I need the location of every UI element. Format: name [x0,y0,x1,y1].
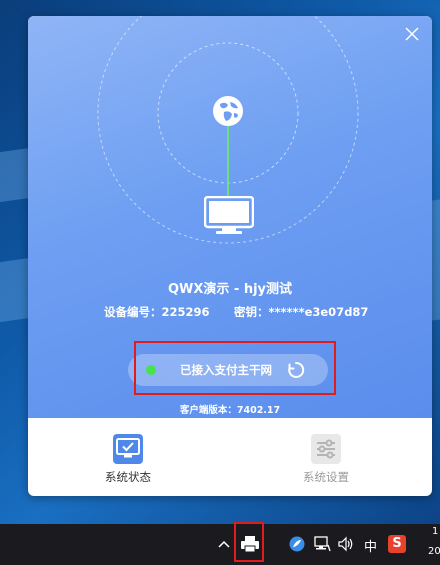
key-label: 密钥： [234,305,269,319]
network-icon[interactable] [313,536,331,552]
clock-date: 20 [428,546,440,557]
version-value: 7402.17 [236,405,281,416]
tab-system-status[interactable]: 系统状态 [63,434,193,494]
feather-app-icon[interactable] [289,536,305,552]
tab-label: 系统设置 [303,470,349,484]
tab-system-settings[interactable]: 系统设置 [261,434,391,494]
monitor-check-icon [113,434,143,464]
key-value: ******e3e07d87 [268,305,369,319]
desktop-light-streak [432,199,440,321]
client-version: 客户端版本：7402.17 [28,402,432,416]
sogou-ime-icon[interactable]: S [388,535,406,553]
project-title: QWX演示 - hjy测试 [167,282,293,297]
volume-icon[interactable] [337,536,355,552]
device-number: 设备编号：225296 [104,304,210,320]
chevron-up-icon[interactable] [218,539,230,549]
tray-highlight-box [234,522,264,562]
client-panel: QWX演示 - hjy测试 设备编号：225296 密钥：******e3e07… [28,16,432,496]
device-label: 设备编号： [104,305,162,319]
tab-label: 系统状态 [105,470,151,484]
monitor-icon [204,196,254,234]
status-hero: QWX演示 - hjy测试 设备编号：225296 密钥：******e3e07… [28,16,432,418]
close-icon[interactable] [402,24,422,44]
version-label: 客户端版本： [179,405,237,416]
clock-time: 1 [432,526,439,537]
secret-key: 密钥：******e3e07d87 [234,304,368,320]
device-value: 225296 [161,305,210,319]
desktop-light-streak [0,147,30,203]
ime-indicator[interactable]: 中 [364,536,377,555]
status-highlight-box [134,341,336,395]
desktop-light-streak [0,257,30,323]
globe-icon [213,96,243,126]
taskbar: 中 S 1 20 [0,524,440,565]
sliders-icon [311,434,341,464]
